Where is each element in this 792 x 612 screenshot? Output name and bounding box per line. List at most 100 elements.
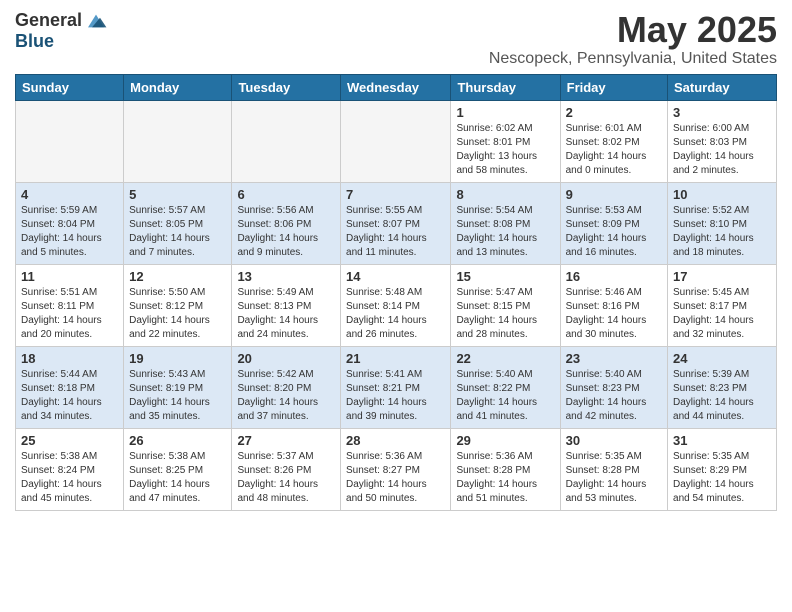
day-info: Sunrise: 5:38 AM Sunset: 8:24 PM Dayligh… (21, 450, 118, 506)
header-sunday: Sunday (16, 74, 124, 100)
day-number: 30 (566, 433, 662, 448)
day-info: Sunrise: 5:36 AM Sunset: 8:28 PM Dayligh… (456, 450, 554, 506)
day-cell (341, 100, 451, 182)
week-row-3: 11 Sunrise: 5:51 AM Sunset: 8:11 PM Dayli… (16, 264, 777, 346)
day-cell: 17Sunrise: 5:45 AM Sunset: 8:17 PM Dayli… (668, 264, 777, 346)
day-number: 2 (566, 105, 662, 120)
day-number: 21 (346, 351, 445, 366)
day-cell: 21 Sunrise: 5:41 AM Sunset: 8:21 PM Dayli… (341, 346, 451, 428)
day-cell: 2Sunrise: 6:01 AM Sunset: 8:02 PM Daylig… (560, 100, 667, 182)
day-info: Sunrise: 5:42 AM Sunset: 8:20 PM Dayligh… (237, 368, 335, 424)
month-title: May 2025 (489, 10, 777, 50)
day-cell: 13Sunrise: 5:49 AM Sunset: 8:13 PM Dayli… (232, 264, 341, 346)
day-cell: 27Sunrise: 5:37 AM Sunset: 8:26 PM Dayli… (232, 428, 341, 510)
day-cell: 31Sunrise: 5:35 AM Sunset: 8:29 PM Dayli… (668, 428, 777, 510)
week-row-5: 25 Sunrise: 5:38 AM Sunset: 8:24 PM Dayli… (16, 428, 777, 510)
header-thursday: Thursday (451, 74, 560, 100)
day-info: Sunrise: 5:40 AM Sunset: 8:22 PM Dayligh… (456, 368, 554, 424)
day-info: Sunrise: 5:40 AM Sunset: 8:23 PM Dayligh… (566, 368, 662, 424)
day-number: 12 (129, 269, 226, 284)
page-header: General Blue May 2025 Nescopeck, Pennsyl… (15, 10, 777, 68)
header-row: Sunday Monday Tuesday Wednesday Thursday… (16, 74, 777, 100)
day-number: 14 (346, 269, 445, 284)
day-number: 19 (129, 351, 226, 366)
logo-general-text: General (15, 10, 82, 31)
day-number: 5 (129, 187, 226, 202)
day-number: 24 (673, 351, 771, 366)
header-monday: Monday (124, 74, 232, 100)
day-info: Sunrise: 5:38 AM Sunset: 8:25 PM Dayligh… (129, 450, 226, 506)
day-number: 25 (21, 433, 118, 448)
day-cell: 22Sunrise: 5:40 AM Sunset: 8:22 PM Dayli… (451, 346, 560, 428)
day-cell: 26Sunrise: 5:38 AM Sunset: 8:25 PM Dayli… (124, 428, 232, 510)
day-cell: 14 Sunrise: 5:48 AM Sunset: 8:14 PM Dayli… (341, 264, 451, 346)
day-cell: 4 Sunrise: 5:59 AM Sunset: 8:04 PM Daylig… (16, 182, 124, 264)
day-cell: 7 Sunrise: 5:55 AM Sunset: 8:07 PM Daylig… (341, 182, 451, 264)
logo-icon (84, 11, 108, 31)
day-cell: 29 Sunrise: 5:36 AM Sunset: 8:28 PM Dayli… (451, 428, 560, 510)
logo-blue-text: Blue (15, 31, 54, 52)
day-cell (16, 100, 124, 182)
title-section: May 2025 Nescopeck, Pennsylvania, United… (489, 10, 777, 68)
day-number: 6 (237, 187, 335, 202)
day-info: Sunrise: 5:37 AM Sunset: 8:26 PM Dayligh… (237, 450, 335, 506)
header-wednesday: Wednesday (341, 74, 451, 100)
week-row-4: 18Sunrise: 5:44 AM Sunset: 8:18 PM Dayli… (16, 346, 777, 428)
day-cell: 18Sunrise: 5:44 AM Sunset: 8:18 PM Dayli… (16, 346, 124, 428)
day-info: Sunrise: 5:43 AM Sunset: 8:19 PM Dayligh… (129, 368, 226, 424)
day-cell: 25 Sunrise: 5:38 AM Sunset: 8:24 PM Dayli… (16, 428, 124, 510)
day-cell: 15Sunrise: 5:47 AM Sunset: 8:15 PM Dayli… (451, 264, 560, 346)
day-number: 3 (673, 105, 771, 120)
day-info: Sunrise: 5:51 AM Sunset: 8:11 PM Dayligh… (21, 286, 118, 342)
day-info: Sunrise: 5:39 AM Sunset: 8:23 PM Dayligh… (673, 368, 771, 424)
day-info: Sunrise: 5:59 AM Sunset: 8:04 PM Dayligh… (21, 204, 118, 260)
day-number: 28 (346, 433, 445, 448)
day-info: Sunrise: 5:35 AM Sunset: 8:29 PM Dayligh… (673, 450, 771, 506)
day-number: 9 (566, 187, 662, 202)
day-cell: 28 Sunrise: 5:36 AM Sunset: 8:27 PM Dayli… (341, 428, 451, 510)
day-info: Sunrise: 6:00 AM Sunset: 8:03 PM Dayligh… (673, 122, 771, 178)
day-info: Sunrise: 5:56 AM Sunset: 8:06 PM Dayligh… (237, 204, 335, 260)
day-number: 10 (673, 187, 771, 202)
location-text: Nescopeck, Pennsylvania, United States (489, 50, 777, 68)
day-info: Sunrise: 5:35 AM Sunset: 8:28 PM Dayligh… (566, 450, 662, 506)
day-info: Sunrise: 6:02 AM Sunset: 8:01 PM Dayligh… (456, 122, 554, 178)
day-cell: 3 Sunrise: 6:00 AM Sunset: 8:03 PM Daylig… (668, 100, 777, 182)
day-cell: 9 Sunrise: 5:53 AM Sunset: 8:09 PM Daylig… (560, 182, 667, 264)
day-info: Sunrise: 5:49 AM Sunset: 8:13 PM Dayligh… (237, 286, 335, 342)
day-number: 1 (456, 105, 554, 120)
day-cell: 11 Sunrise: 5:51 AM Sunset: 8:11 PM Dayli… (16, 264, 124, 346)
day-info: Sunrise: 5:48 AM Sunset: 8:14 PM Dayligh… (346, 286, 445, 342)
week-row-2: 4 Sunrise: 5:59 AM Sunset: 8:04 PM Daylig… (16, 182, 777, 264)
day-cell: 10Sunrise: 5:52 AM Sunset: 8:10 PM Dayli… (668, 182, 777, 264)
day-cell: 30 Sunrise: 5:35 AM Sunset: 8:28 PM Dayli… (560, 428, 667, 510)
day-number: 4 (21, 187, 118, 202)
day-number: 23 (566, 351, 662, 366)
day-info: Sunrise: 5:55 AM Sunset: 8:07 PM Dayligh… (346, 204, 445, 260)
day-number: 7 (346, 187, 445, 202)
logo: General Blue (15, 10, 108, 52)
day-number: 16 (566, 269, 662, 284)
day-info: Sunrise: 5:41 AM Sunset: 8:21 PM Dayligh… (346, 368, 445, 424)
day-info: Sunrise: 5:46 AM Sunset: 8:16 PM Dayligh… (566, 286, 662, 342)
day-number: 15 (456, 269, 554, 284)
day-cell: 24 Sunrise: 5:39 AM Sunset: 8:23 PM Dayli… (668, 346, 777, 428)
day-info: Sunrise: 5:36 AM Sunset: 8:27 PM Dayligh… (346, 450, 445, 506)
day-cell: 12Sunrise: 5:50 AM Sunset: 8:12 PM Dayli… (124, 264, 232, 346)
day-cell (232, 100, 341, 182)
week-row-1: 1 Sunrise: 6:02 AM Sunset: 8:01 PM Daylig… (16, 100, 777, 182)
day-number: 17 (673, 269, 771, 284)
header-saturday: Saturday (668, 74, 777, 100)
calendar-table: Sunday Monday Tuesday Wednesday Thursday… (15, 74, 777, 511)
header-friday: Friday (560, 74, 667, 100)
page-container: General Blue May 2025 Nescopeck, Pennsyl… (0, 0, 792, 521)
day-cell: 20Sunrise: 5:42 AM Sunset: 8:20 PM Dayli… (232, 346, 341, 428)
day-info: Sunrise: 5:54 AM Sunset: 8:08 PM Dayligh… (456, 204, 554, 260)
day-number: 11 (21, 269, 118, 284)
day-info: Sunrise: 5:53 AM Sunset: 8:09 PM Dayligh… (566, 204, 662, 260)
header-tuesday: Tuesday (232, 74, 341, 100)
day-number: 29 (456, 433, 554, 448)
day-cell: 23 Sunrise: 5:40 AM Sunset: 8:23 PM Dayli… (560, 346, 667, 428)
day-cell: 1 Sunrise: 6:02 AM Sunset: 8:01 PM Daylig… (451, 100, 560, 182)
day-info: Sunrise: 5:44 AM Sunset: 8:18 PM Dayligh… (21, 368, 118, 424)
